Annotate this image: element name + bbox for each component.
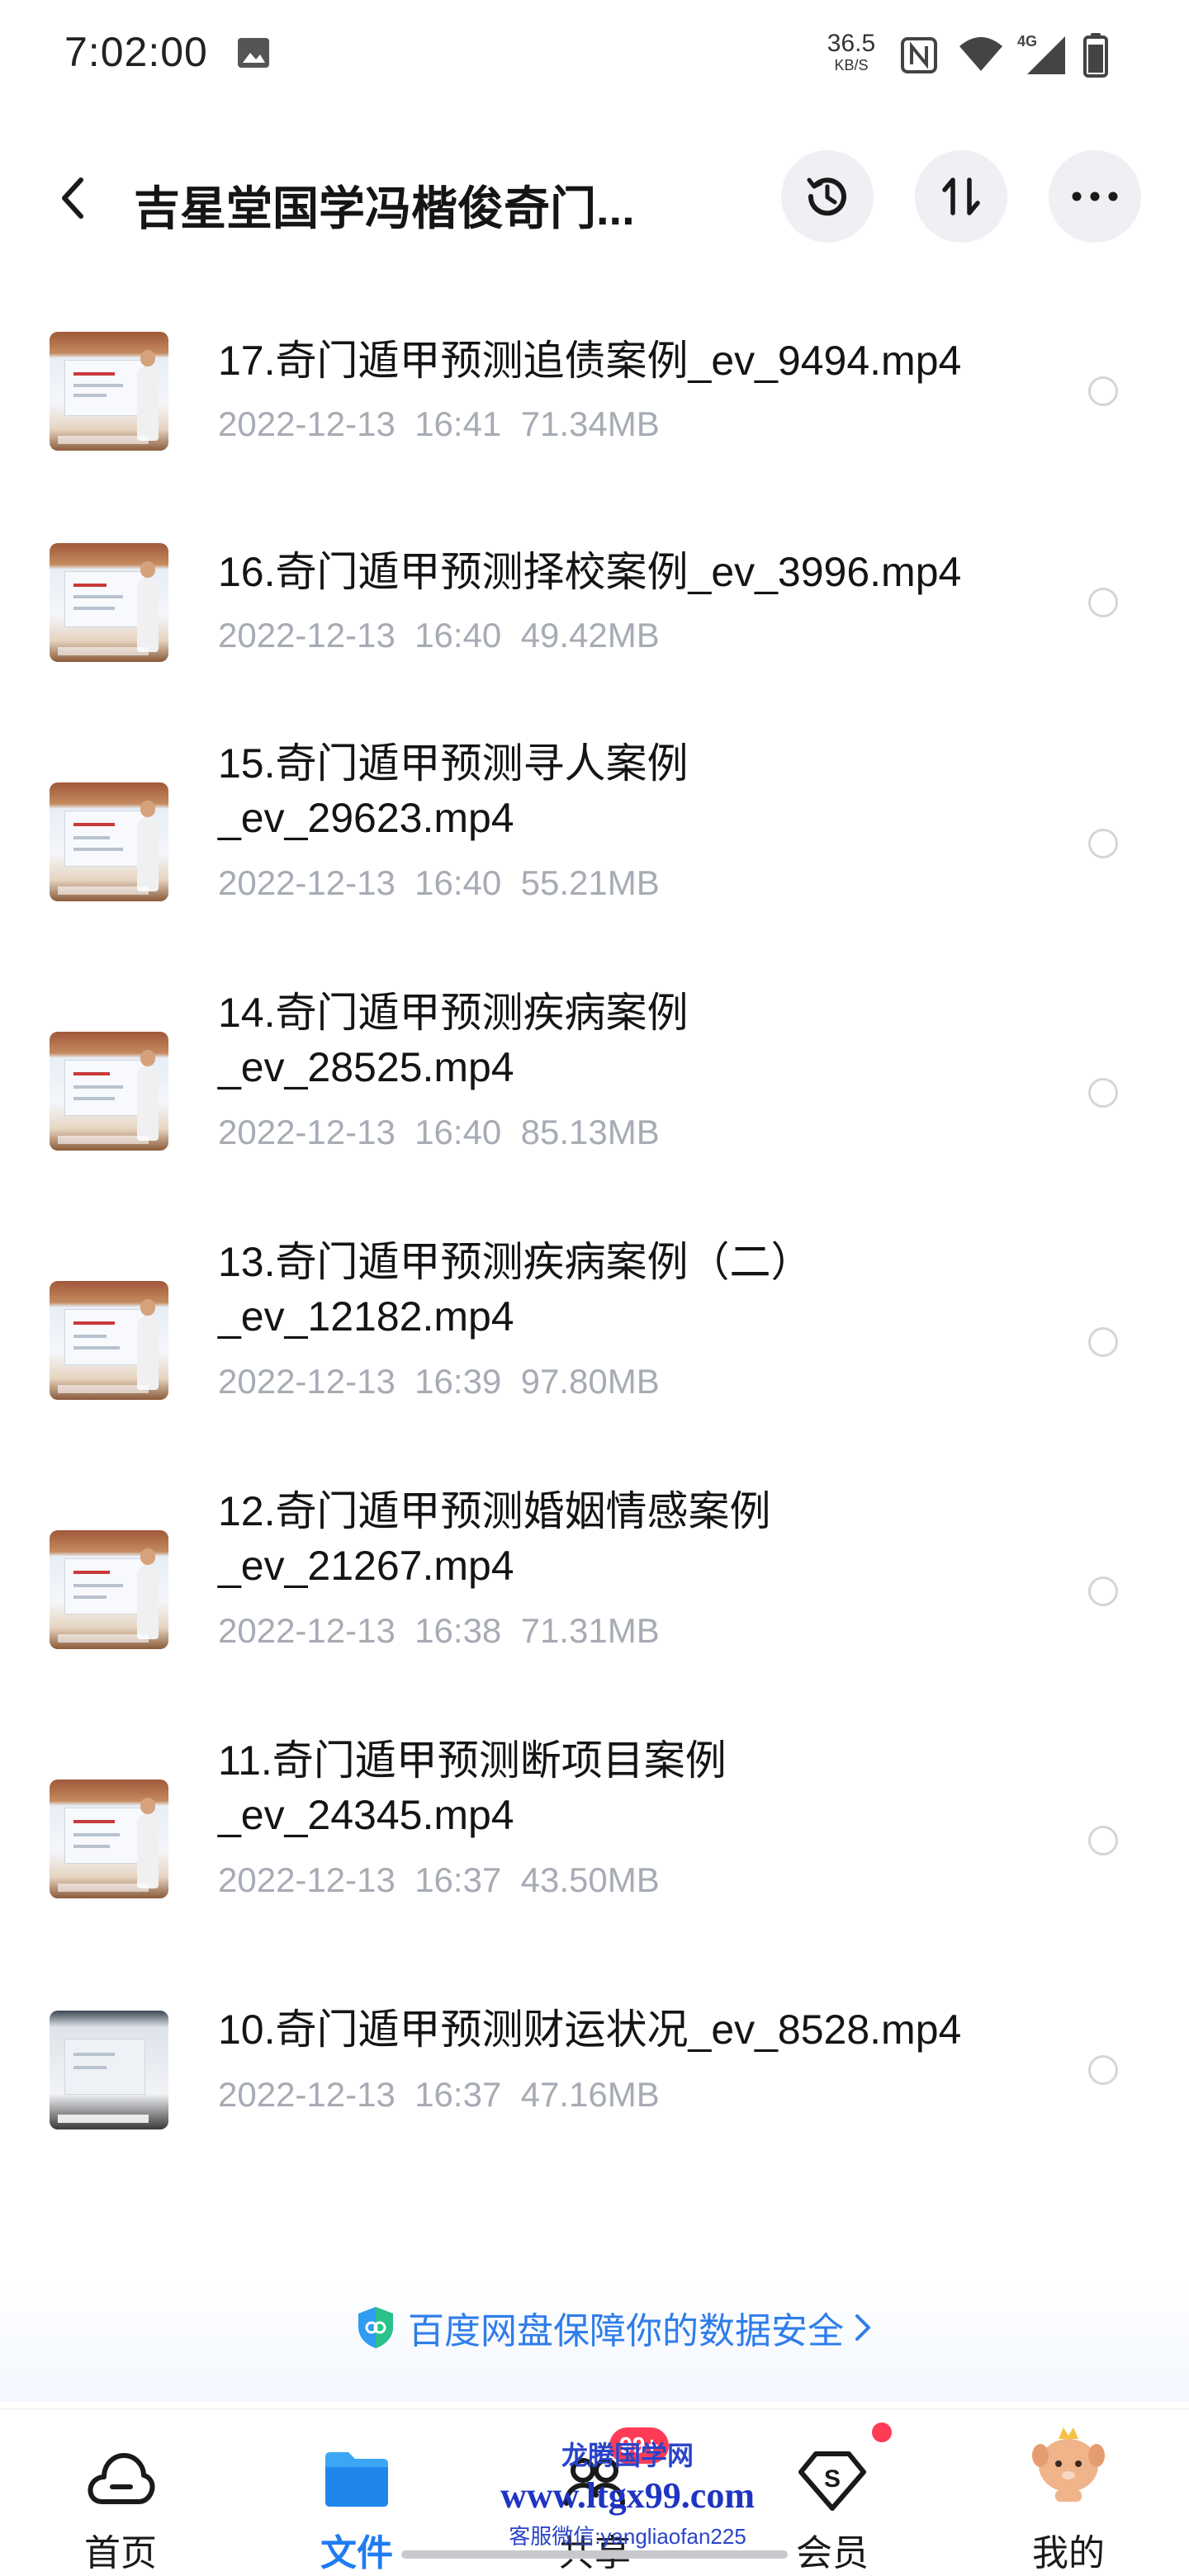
notification-dot <box>872 2422 892 2442</box>
video-thumbnail <box>50 2011 168 2129</box>
cloud-home-icon <box>88 2453 155 2504</box>
nav-vip[interactable]: S 会员 <box>750 2409 915 2574</box>
select-checkbox[interactable] <box>1088 376 1118 406</box>
home-indicator[interactable] <box>401 2550 788 2559</box>
file-row[interactable]: 15.奇门遁甲预测寻人案例 _ev_29623.mp4 2022-12-13 1… <box>0 736 1189 959</box>
security-text: 百度网盘保障你的数据安全 <box>408 2311 844 2351</box>
video-thumbnail <box>50 1530 168 1649</box>
folder-icon <box>325 2452 388 2507</box>
file-meta: 2022-12-13 16:37 43.50MB <box>218 1860 660 1899</box>
avatar-icon <box>1032 2427 1105 2502</box>
file-row[interactable]: 14.奇门遁甲预测疾病案例 _ev_28525.mp4 2022-12-13 1… <box>0 985 1189 1208</box>
nav-vip-label: 会员 <box>796 2533 869 2574</box>
file-meta: 2022-12-13 16:40 49.42MB <box>218 616 660 655</box>
battery-icon <box>1083 33 1108 78</box>
video-thumbnail <box>50 543 168 662</box>
file-row[interactable]: 13.奇门遁甲预测疾病案例（二） _ev_12182.mp4 2022-12-1… <box>0 1235 1189 1458</box>
file-name: 10.奇门遁甲预测财运状况_ev_8528.mp4 <box>218 2006 962 2053</box>
file-meta: 2022-12-13 16:38 71.31MB <box>218 1611 660 1650</box>
chevron-right-icon <box>855 2314 870 2341</box>
file-name: 12.奇门遁甲预测婚姻情感案例 _ev_21267.mp4 <box>218 1488 771 1589</box>
nav-mine[interactable]: 我的 <box>986 2409 1151 2574</box>
file-meta: 2022-12-13 16:37 47.16MB <box>218 2075 660 2114</box>
vip-s-icon: S <box>798 2451 866 2511</box>
sort-button[interactable] <box>915 150 1007 243</box>
shield-icon <box>358 2307 393 2348</box>
file-name: 16.奇门遁甲预测择校案例_ev_3996.mp4 <box>218 549 962 595</box>
nfc-icon <box>901 37 937 73</box>
more-button[interactable] <box>1049 150 1141 243</box>
video-thumbnail <box>50 332 168 451</box>
file-row[interactable]: 17.奇门遁甲预测追债案例_ev_9494.mp4 2022-12-13 16:… <box>0 314 1189 479</box>
video-thumbnail <box>50 1281 168 1400</box>
more-dots-icon <box>1072 191 1118 201</box>
wifi-icon <box>959 37 1002 71</box>
nav-mine-label: 我的 <box>1032 2533 1105 2574</box>
nav-files[interactable]: 文件 <box>274 2409 439 2574</box>
nav-home[interactable]: 首页 <box>38 2409 203 2574</box>
select-checkbox[interactable] <box>1088 1826 1118 1855</box>
history-button[interactable] <box>781 150 874 243</box>
video-thumbnail <box>50 782 168 901</box>
file-name: 11.奇门遁甲预测断项目案例 _ev_24345.mp4 <box>218 1737 727 1838</box>
history-clock-icon <box>807 177 846 216</box>
file-meta: 2022-12-13 16:39 97.80MB <box>218 1362 660 1401</box>
select-checkbox[interactable] <box>1088 829 1118 858</box>
status-time: 7:02:00 <box>64 29 208 75</box>
file-meta: 2022-12-13 16:41 71.34MB <box>218 404 660 443</box>
share-badge: 99+ <box>609 2427 669 2464</box>
select-checkbox[interactable] <box>1088 588 1118 617</box>
file-row[interactable]: 11.奇门遁甲预测断项目案例 _ev_24345.mp4 2022-12-13 … <box>0 1733 1189 1956</box>
select-checkbox[interactable] <box>1088 2055 1118 2085</box>
security-banner[interactable]: 百度网盘保障你的数据安全 <box>0 2278 1189 2402</box>
sort-updown-icon <box>942 177 980 215</box>
chevron-left-icon[interactable] <box>53 173 94 223</box>
nav-share[interactable]: 99+ 共享 <box>512 2409 677 2574</box>
file-name: 14.奇门遁甲预测疾病案例 _ev_28525.mp4 <box>218 990 689 1090</box>
svg-text:S: S <box>824 2465 841 2493</box>
select-checkbox[interactable] <box>1088 1576 1118 1606</box>
video-thumbnail <box>50 1032 168 1151</box>
nav-share-label: 共享 <box>512 2523 677 2576</box>
file-name: 17.奇门遁甲预测追债案例_ev_9494.mp4 <box>218 338 962 384</box>
signal-icon: 4G <box>1016 31 1068 78</box>
video-thumbnail <box>50 1780 168 1898</box>
file-name: 13.奇门遁甲预测疾病案例（二） _ev_12182.mp4 <box>218 1239 812 1340</box>
file-row[interactable]: 12.奇门遁甲预测婚姻情感案例 _ev_21267.mp4 2022-12-13… <box>0 1484 1189 1707</box>
top-bar: 吉星堂国学冯楷俊奇门... <box>0 140 1189 256</box>
svg-text:4G: 4G <box>1017 33 1037 50</box>
file-meta: 2022-12-13 16:40 55.21MB <box>218 863 660 902</box>
status-bar: 7:02:00 36.5 KB/S 4G <box>0 0 1189 107</box>
select-checkbox[interactable] <box>1088 1327 1118 1357</box>
nav-files-label: 文件 <box>320 2533 393 2574</box>
nav-home-label: 首页 <box>84 2533 157 2574</box>
select-checkbox[interactable] <box>1088 1078 1118 1108</box>
file-meta: 2022-12-13 16:40 85.13MB <box>218 1113 660 1151</box>
file-name: 15.奇门遁甲预测寻人案例 _ev_29623.mp4 <box>218 740 689 841</box>
file-row[interactable]: 16.奇门遁甲预测择校案例_ev_3996.mp4 2022-12-13 16:… <box>0 525 1189 690</box>
network-speed: 36.5 KB/S <box>827 30 876 73</box>
photo-icon <box>238 38 269 68</box>
file-row[interactable]: 10.奇门遁甲预测财运状况_ev_8528.mp4 2022-12-13 16:… <box>0 1983 1189 2148</box>
page-title: 吉星堂国学冯楷俊奇门... <box>134 182 635 234</box>
